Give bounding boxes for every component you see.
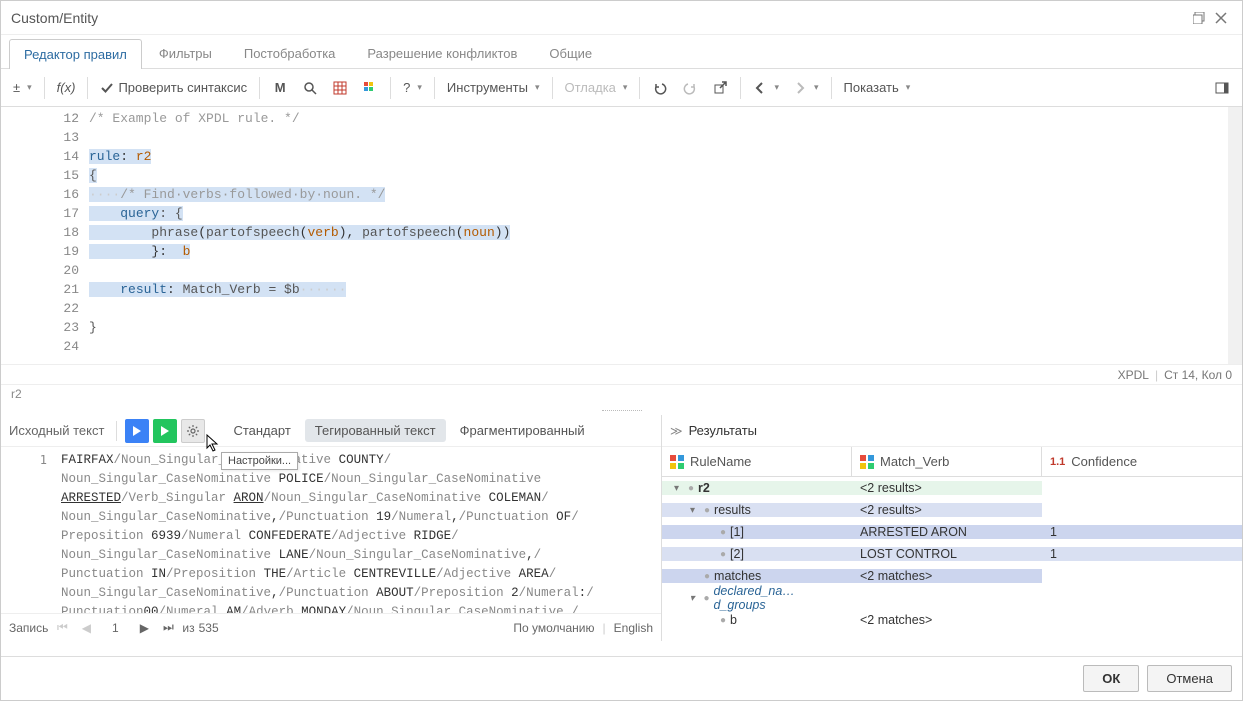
main-tab-3[interactable]: Разрешение конфликтов xyxy=(352,38,532,68)
source-footer: Запись ⏮ ◀ 1 ▶ ⏭ из 535 По умолчанию | E… xyxy=(1,613,661,641)
prev-record-icon[interactable]: ◀ xyxy=(76,621,96,635)
of-label: из xyxy=(182,621,194,635)
source-tab-2[interactable]: Фрагментированный xyxy=(450,419,595,442)
results-tree[interactable]: ▾● r2<2 results>▾● results<2 results>● [… xyxy=(662,477,1242,631)
result-row[interactable]: ▾● r2<2 results> xyxy=(662,477,1242,499)
result-row[interactable]: ▾● results<2 results> xyxy=(662,499,1242,521)
instruments-button[interactable]: Инструменты▾ xyxy=(441,74,546,102)
check-syntax-label: Проверить синтаксис xyxy=(118,80,247,95)
debug-button[interactable]: Отладка▾ xyxy=(559,74,634,102)
editor-lang: XPDL xyxy=(1118,368,1149,382)
results-panel: ≫ Результаты RuleName Match_Verb 1.1 Con… xyxy=(662,415,1242,641)
run-button[interactable] xyxy=(125,419,149,443)
source-line-gutter: 1 xyxy=(1,447,61,613)
show-button[interactable]: Показать▾ xyxy=(838,74,917,102)
table-icon-1[interactable] xyxy=(326,74,354,102)
run-all-button[interactable] xyxy=(153,419,177,443)
record-number[interactable]: 1 xyxy=(100,621,130,635)
editor-scrollbar[interactable] xyxy=(1228,107,1242,364)
ok-button[interactable]: ОК xyxy=(1083,665,1139,692)
horizontal-splitter[interactable] xyxy=(1,405,1242,415)
panel-toggle-icon[interactable] xyxy=(1208,74,1236,102)
main-tab-1[interactable]: Фильтры xyxy=(144,38,227,68)
help-button[interactable]: ?▾ xyxy=(397,74,428,102)
fx-button[interactable]: f(x) xyxy=(51,74,82,102)
code-editor[interactable]: 12131415161718192021222324 /* Example of… xyxy=(1,107,1242,365)
tagged-text-area[interactable]: FAIRFAX/Noun_Singular_CaseNominative COU… xyxy=(61,447,661,613)
forward-icon[interactable]: ▾ xyxy=(787,74,825,102)
m-button[interactable]: M xyxy=(266,74,294,102)
result-row[interactable]: ● [1]ARRESTED ARON1 xyxy=(662,521,1242,543)
col-rulename[interactable]: RuleName xyxy=(662,447,852,476)
close-icon[interactable] xyxy=(1210,7,1232,29)
col-confidence[interactable]: 1.1 Confidence xyxy=(1042,447,1242,476)
settings-button[interactable] xyxy=(181,419,205,443)
default-label: По умолчанию xyxy=(513,621,594,635)
last-record-icon[interactable]: ⏭ xyxy=(158,620,178,635)
cursor-pointer-icon xyxy=(205,433,221,449)
source-text-label: Исходный текст xyxy=(9,423,104,438)
source-tab-1[interactable]: Тегированный текст xyxy=(305,419,446,442)
col-match-verb[interactable]: Match_Verb xyxy=(852,447,1042,476)
redo-icon[interactable] xyxy=(676,74,704,102)
total-records: 535 xyxy=(199,621,219,635)
zoom-icon[interactable] xyxy=(296,74,324,102)
source-panel: Исходный текст СтандартТегированный текс… xyxy=(1,415,662,641)
main-tab-0[interactable]: Редактор правил xyxy=(9,39,142,69)
results-header-row: RuleName Match_Verb 1.1 Confidence xyxy=(662,447,1242,477)
result-row[interactable]: ● [2]LOST CONTROL1 xyxy=(662,543,1242,565)
editor-status: XPDL | Ст 14, Кол 0 xyxy=(1,365,1242,385)
editor-cursor-pos: Ст 14, Кол 0 xyxy=(1164,368,1232,382)
back-icon[interactable]: ▾ xyxy=(747,74,785,102)
next-record-icon[interactable]: ▶ xyxy=(134,621,154,635)
record-label: Запись xyxy=(9,621,48,635)
main-tabs: Редактор правилФильтрыПостобработкаРазре… xyxy=(1,35,1242,69)
current-rule-label: r2 xyxy=(1,385,1242,405)
main-tab-4[interactable]: Общие xyxy=(534,38,607,68)
result-row[interactable]: ▾● declared_na…d_groups xyxy=(662,587,1242,609)
main-tab-2[interactable]: Постобработка xyxy=(229,38,351,68)
titlebar: Custom/Entity xyxy=(1,1,1242,35)
dialog-footer: ОК Отмена xyxy=(1,656,1242,700)
results-title: Результаты xyxy=(689,423,757,438)
window-title: Custom/Entity xyxy=(11,10,98,26)
undo-icon[interactable] xyxy=(646,74,674,102)
cancel-button[interactable]: Отмена xyxy=(1147,665,1232,692)
first-record-icon[interactable]: ⏮ xyxy=(52,620,72,635)
settings-tooltip: Настройки... xyxy=(221,452,298,470)
line-gutter: 12131415161718192021222324 xyxy=(1,107,89,364)
result-row[interactable]: ● b<2 matches> xyxy=(662,609,1242,631)
source-tab-0[interactable]: Стандарт xyxy=(223,419,300,442)
plus-minus-button[interactable]: ±▾ xyxy=(7,74,38,102)
collapse-results-icon[interactable]: ≫ xyxy=(670,424,683,438)
table-icon-2[interactable] xyxy=(356,74,384,102)
restore-icon[interactable] xyxy=(1188,7,1210,29)
lang-label: English xyxy=(614,621,653,635)
code-area[interactable]: /* Example of XPDL rule. */rule: r2{····… xyxy=(89,107,1242,364)
check-syntax-button[interactable]: Проверить синтаксис xyxy=(94,74,253,102)
open-external-icon[interactable] xyxy=(706,74,734,102)
toolbar: ±▾ f(x) Проверить синтаксис M ?▾ Инструм… xyxy=(1,69,1242,107)
